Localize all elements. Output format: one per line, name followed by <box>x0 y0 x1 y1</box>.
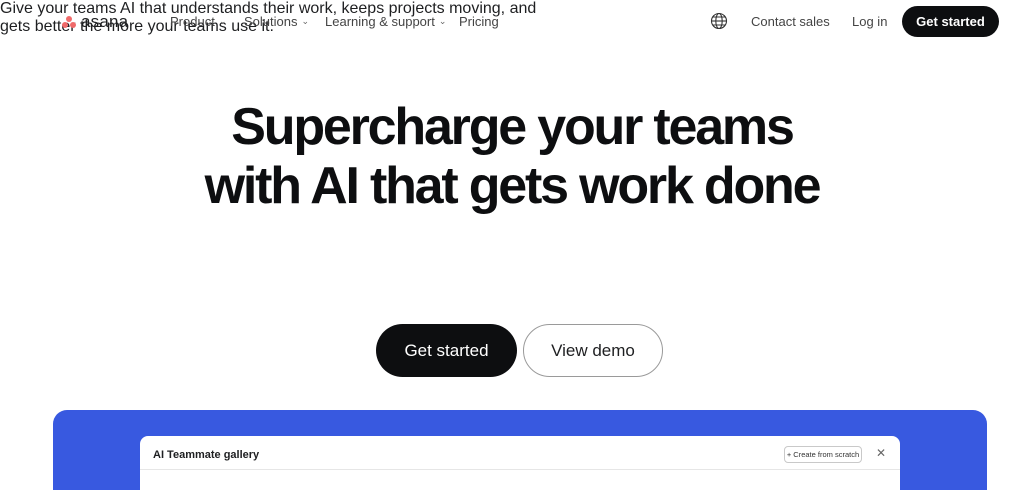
log-in-label: Log in <box>852 14 888 29</box>
globe-icon[interactable] <box>710 12 728 30</box>
asana-logo-icon <box>62 16 76 28</box>
nav-item-label: Pricing <box>459 14 499 29</box>
view-demo-button[interactable]: View demo <box>523 324 663 377</box>
log-in-link[interactable]: Log in <box>852 14 887 29</box>
nav-item-label: Learning & support <box>325 14 435 29</box>
chevron-down-icon: ⌄ <box>301 16 310 26</box>
close-icon[interactable]: ✕ <box>874 446 888 460</box>
top-navigation: asana Product ⌄ Solutions ⌄ Learning & s… <box>0 0 1024 44</box>
hero-title: Supercharge your teams with AI that gets… <box>0 98 1024 216</box>
header-get-started-button[interactable]: Get started <box>902 6 999 37</box>
chevron-down-icon: ⌄ <box>438 16 447 26</box>
nav-item-label: Product <box>170 14 215 29</box>
divider <box>140 469 900 470</box>
logo-text: asana <box>81 12 129 31</box>
nav-item-label: Solutions <box>244 14 298 29</box>
contact-sales-label: Contact sales <box>751 14 830 29</box>
nav-item-solutions[interactable]: Solutions ⌄ <box>244 14 309 29</box>
chevron-down-icon: ⌄ <box>218 16 227 26</box>
gallery-title: AI Teammate gallery <box>153 449 260 461</box>
nav-item-product[interactable]: Product ⌄ <box>170 14 226 29</box>
contact-sales-link[interactable]: Contact sales <box>751 14 830 29</box>
hero-get-started-button[interactable]: Get started <box>376 324 517 377</box>
asana-logo[interactable]: asana <box>62 13 128 31</box>
nav-item-learning-support[interactable]: Learning & support ⌄ <box>325 14 446 29</box>
nav-item-pricing[interactable]: Pricing <box>459 14 499 29</box>
hero-title-line-1: Supercharge your teams <box>231 98 795 156</box>
hero-title-line-2: with AI that gets work done <box>204 157 822 215</box>
ai-teammate-gallery-card: AI Teammate gallery + Create from scratc… <box>140 436 900 496</box>
create-from-scratch-button[interactable]: + Create from scratch <box>784 446 862 463</box>
